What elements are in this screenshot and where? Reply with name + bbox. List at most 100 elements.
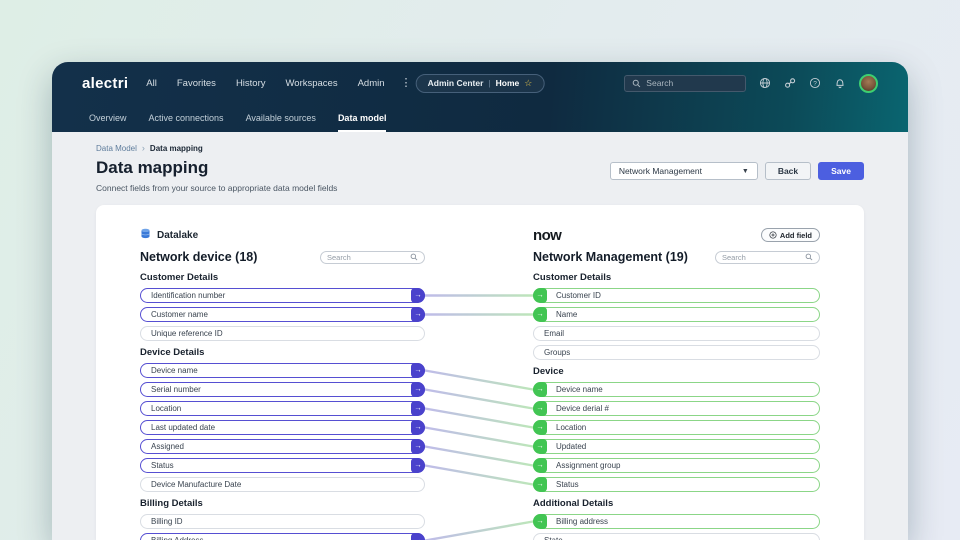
field-src-last-updated-date[interactable]: → Last updated date — [140, 419, 425, 435]
search-icon — [631, 77, 641, 89]
field-src-assigned[interactable]: → Assigned — [140, 438, 425, 454]
field-label: Device derial # — [556, 403, 609, 413]
map-in-arrow-icon[interactable]: → — [533, 400, 547, 416]
field-src-device-manufacture-date[interactable]: Device Manufacture Date — [140, 476, 425, 492]
map-in-arrow-icon[interactable]: → — [533, 438, 547, 454]
map-in-arrow-icon[interactable]: → — [533, 476, 547, 492]
top-navbar: alectri All Favorites History Workspaces Adm… — [52, 62, 908, 104]
tab-overview[interactable]: Overview — [89, 104, 127, 132]
breadcrumb-data-model[interactable]: Data Model — [96, 144, 137, 153]
favorite-star-icon[interactable]: ☆ — [524, 78, 532, 88]
field-label: Device Manufacture Date — [151, 479, 242, 489]
field-src-device-name[interactable]: → Device name — [140, 362, 425, 378]
back-button[interactable]: Back — [764, 162, 812, 180]
nav-item-all[interactable]: All — [146, 78, 157, 89]
field-src-unique-reference-id[interactable]: Unique reference ID — [140, 325, 425, 341]
source-search-input[interactable] — [327, 252, 406, 262]
field-src-customer-name[interactable]: → Customer name — [140, 306, 425, 322]
nav-item-history[interactable]: History — [236, 78, 266, 89]
context-app-label: Admin Center — [427, 78, 484, 88]
header-controls: Network Management ▼ Back Save — [609, 162, 864, 180]
model-select-value: Network Management — [618, 166, 702, 176]
source-panel: Datalake Network device (18) Customer De… — [140, 228, 425, 540]
field-tgt-name[interactable]: → Name — [533, 306, 820, 322]
section-heading-additional-details: Additional Details — [533, 497, 614, 509]
tab-data-model[interactable]: Data model — [337, 104, 387, 132]
map-in-arrow-icon[interactable]: → — [533, 513, 547, 529]
model-select[interactable]: Network Management ▼ — [609, 162, 758, 180]
field-label: Updated — [556, 441, 587, 451]
kebab-menu-icon[interactable]: ⋮ — [401, 77, 412, 89]
field-src-status[interactable]: → Status — [140, 457, 425, 473]
field-tgt-email[interactable]: Email — [533, 325, 820, 341]
map-out-arrow-icon[interactable]: → — [411, 457, 425, 473]
nav-item-workspaces[interactable]: Workspaces — [286, 78, 338, 89]
target-heading: Network Management (19) — [533, 250, 688, 265]
notifications-bell-icon[interactable] — [834, 77, 846, 89]
source-search[interactable] — [320, 250, 425, 264]
map-out-arrow-icon[interactable]: → — [411, 287, 425, 303]
map-in-arrow-icon[interactable]: → — [533, 287, 547, 303]
field-label: Status — [151, 460, 174, 470]
field-label: Assignment group — [556, 460, 621, 470]
target-search[interactable] — [715, 250, 820, 264]
map-out-arrow-icon[interactable]: → — [411, 381, 425, 397]
section-heading-customer-details: Customer Details — [140, 271, 219, 283]
field-src-identification-number[interactable]: → Identification number — [140, 287, 425, 303]
field-tgt-device-name[interactable]: → Device name — [533, 381, 820, 397]
field-tgt-location[interactable]: → Location — [533, 419, 820, 435]
help-icon[interactable]: ? — [809, 77, 821, 89]
global-search[interactable] — [624, 74, 746, 92]
nav-item-admin[interactable]: Admin — [358, 78, 385, 89]
context-pill[interactable]: Admin Center | Home ☆ — [415, 73, 545, 93]
title-row: Data mapping Connect fields from your so… — [96, 158, 864, 193]
field-tgt-groups[interactable]: Groups — [533, 344, 820, 360]
field-src-serial-number[interactable]: → Serial number — [140, 381, 425, 397]
map-out-arrow-icon[interactable]: → — [411, 438, 425, 454]
page-title: Data mapping — [96, 158, 209, 177]
brand-logo: alectri — [82, 74, 129, 92]
map-out-arrow-icon[interactable]: → — [411, 306, 425, 322]
target-provider-row: now Add field — [533, 228, 820, 243]
field-src-billing-id[interactable]: Billing ID — [140, 513, 425, 529]
map-out-arrow-icon[interactable]: → — [411, 419, 425, 435]
save-button[interactable]: Save — [818, 162, 864, 180]
map-in-arrow-icon[interactable]: → — [533, 419, 547, 435]
context-divider: | — [488, 78, 491, 88]
map-out-arrow-icon[interactable]: → — [411, 400, 425, 416]
field-src-location[interactable]: → Location — [140, 400, 425, 416]
field-label: State — [544, 536, 563, 540]
field-tgt-customer-id[interactable]: → Customer ID — [533, 287, 820, 303]
panel-gap — [425, 228, 533, 540]
field-tgt-updated[interactable]: → Updated — [533, 438, 820, 454]
map-out-arrow-icon[interactable]: → — [411, 532, 425, 540]
field-label: Customer ID — [556, 290, 601, 300]
global-search-input[interactable] — [646, 78, 739, 88]
map-in-arrow-icon[interactable]: → — [533, 457, 547, 473]
add-field-button[interactable]: Add field — [760, 228, 820, 243]
nav-item-favorites[interactable]: Favorites — [177, 78, 216, 89]
field-label: Location — [151, 403, 182, 413]
section-heading-device: Device — [533, 365, 564, 377]
field-tgt-billing-address[interactable]: → Billing address — [533, 513, 820, 529]
map-in-arrow-icon[interactable]: → — [533, 306, 547, 322]
tab-available-sources[interactable]: Available sources — [246, 104, 316, 132]
map-in-arrow-icon[interactable]: → — [533, 381, 547, 397]
field-tgt-device-derial[interactable]: → Device derial # — [533, 400, 820, 416]
target-search-input[interactable] — [722, 252, 801, 262]
field-src-billing-address[interactable]: → Billing Address — [140, 532, 425, 540]
field-tgt-assignment-group[interactable]: → Assignment group — [533, 457, 820, 473]
user-avatar[interactable] — [859, 73, 878, 93]
target-panel: now Add field Network Management (19) Cu… — [533, 228, 820, 540]
map-out-arrow-icon[interactable]: → — [411, 362, 425, 378]
field-tgt-state[interactable]: State — [533, 532, 820, 540]
workspace-link-icon[interactable] — [784, 77, 796, 89]
field-tgt-status[interactable]: → Status — [533, 476, 820, 492]
breadcrumb-data-mapping: Data mapping — [149, 143, 203, 153]
globe-icon[interactable] — [759, 77, 771, 89]
field-label: Unique reference ID — [151, 328, 223, 338]
field-label: Identification number — [151, 290, 226, 300]
field-label: Name — [556, 309, 578, 319]
tab-active-connections[interactable]: Active connections — [149, 104, 224, 132]
context-page-label: Home — [495, 78, 520, 88]
